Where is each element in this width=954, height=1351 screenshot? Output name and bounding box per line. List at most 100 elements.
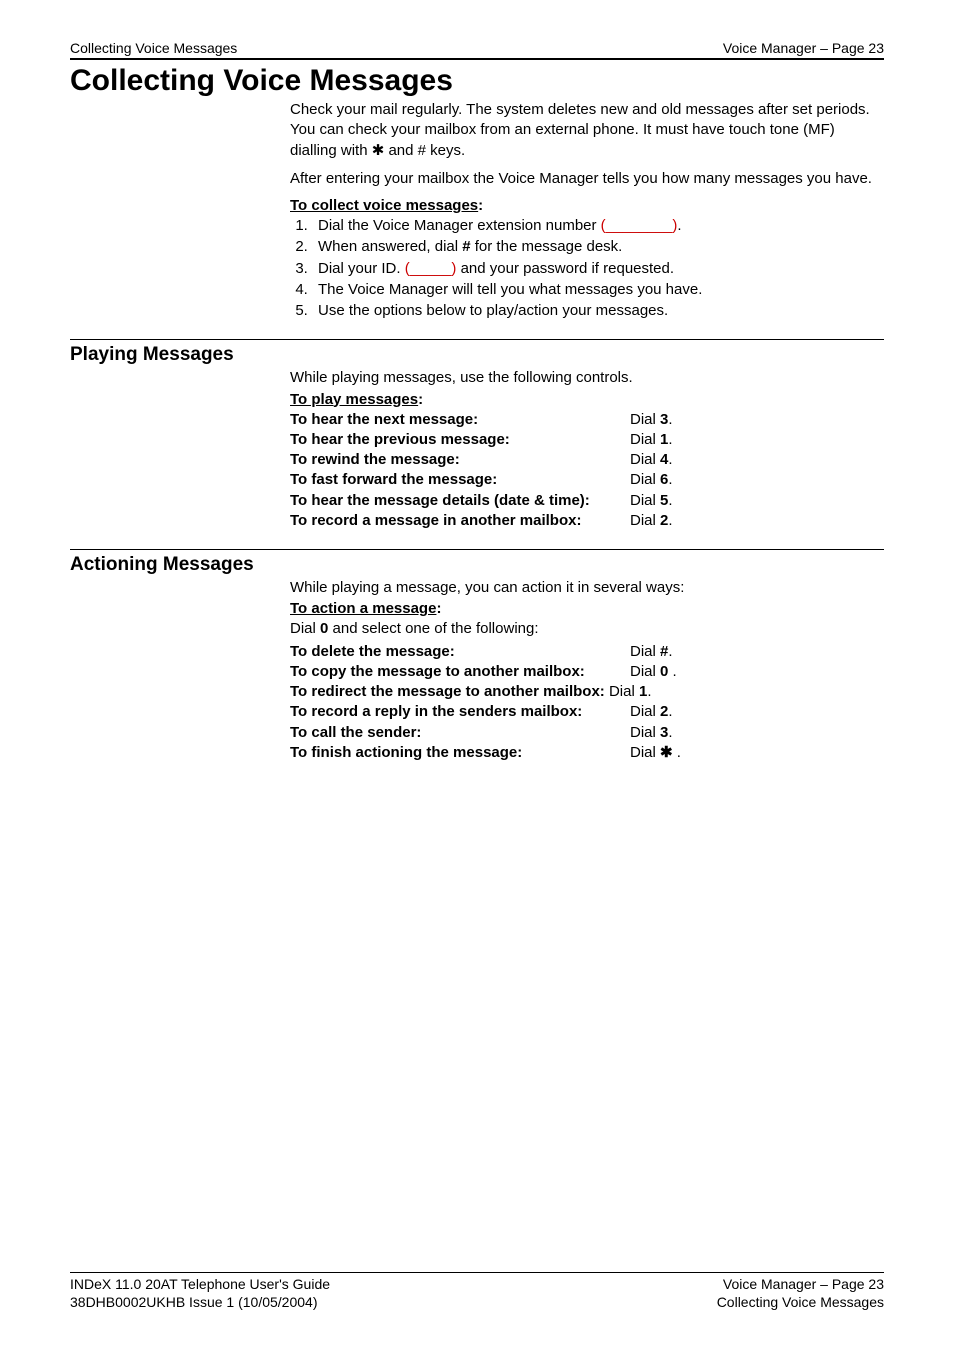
act-post-0: .: [668, 643, 672, 660]
act-row-4: To finish actioning the message: Dial ✱ …: [290, 743, 884, 763]
play-label-2: To rewind the message:: [290, 450, 630, 470]
act-pre-0: Dial: [630, 643, 660, 660]
playing-sub: To play messages: [290, 391, 418, 408]
collect-heading: To collect voice messages: [290, 197, 478, 214]
play-val-2: Dial 4.: [630, 450, 884, 470]
footer: INDeX 11.0 20AT Telephone User's Guide 3…: [70, 1272, 884, 1311]
actioning-colon: :: [436, 600, 441, 617]
play-row-2: To rewind the message: Dial 4.: [290, 450, 884, 470]
footer-right: Voice Manager – Page 23 Collecting Voice…: [717, 1275, 884, 1311]
step1-a: Dial the Voice Manager extension number: [318, 217, 601, 234]
collect-steps: Dial the Voice Manager extension number …: [290, 216, 884, 321]
play-row-1: To hear the previous message: Dial 1.: [290, 430, 884, 450]
step-3: Dial your ID. (_____) and your password …: [312, 259, 884, 279]
play-post-5: .: [668, 512, 672, 529]
step2-a: When answered, dial: [318, 238, 462, 255]
play-row-4: To hear the message details (date & time…: [290, 491, 884, 511]
play-label-3: To fast forward the message:: [290, 470, 630, 490]
footer-l1: INDeX 11.0 20AT Telephone User's Guide: [70, 1275, 330, 1293]
playing-sub-line: To play messages:: [290, 391, 884, 408]
act-label-1: To copy the message to another mailbox:: [290, 662, 630, 682]
act-val-3: Dial 3.: [630, 723, 884, 743]
step3-b: and your password if requested.: [456, 260, 674, 277]
play-pre-0: Dial: [630, 411, 660, 428]
redirect-post: .: [647, 683, 651, 700]
redirect-pre: Dial: [605, 683, 639, 700]
play-val-5: Dial 2.: [630, 511, 884, 531]
step1-blank: (________): [601, 217, 678, 234]
collect-heading-line: To collect voice messages:: [290, 197, 884, 214]
page-title: Collecting Voice Messages: [70, 64, 884, 98]
intro-block: Check your mail regularly. The system de…: [290, 100, 884, 321]
play-label-0: To hear the next message:: [290, 410, 630, 430]
act-val-0: Dial #.: [630, 642, 884, 662]
step-2: When answered, dial # for the message de…: [312, 237, 884, 257]
step-1: Dial the Voice Manager extension number …: [312, 216, 884, 236]
redirect-row: To redirect the message to another mailb…: [290, 682, 884, 702]
act-val-4: Dial ✱ .: [630, 743, 884, 763]
play-val-4: Dial 5.: [630, 491, 884, 511]
header-bar: Collecting Voice Messages Voice Manager …: [70, 40, 884, 60]
step-4: The Voice Manager will tell you what mes…: [312, 280, 884, 300]
act-row-2: To record a reply in the senders mailbox…: [290, 702, 884, 722]
play-val-3: Dial 6.: [630, 470, 884, 490]
playing-intro: While playing messages, use the followin…: [290, 368, 884, 388]
collect-colon: :: [478, 197, 483, 214]
act-label-0: To delete the message:: [290, 642, 630, 662]
act-val-2: Dial 2.: [630, 702, 884, 722]
playing-colon: :: [418, 391, 423, 408]
play-post-3: .: [668, 471, 672, 488]
intro-p2: After entering your mailbox the Voice Ma…: [290, 169, 884, 189]
footer-r2: Collecting Voice Messages: [717, 1293, 884, 1311]
play-post-0: .: [668, 411, 672, 428]
footer-l2: 38DHB0002UKHB Issue 1 (10/05/2004): [70, 1293, 330, 1311]
actioning-sub-line: To action a message:: [290, 600, 884, 617]
playing-heading: Playing Messages: [70, 344, 884, 366]
play-label-5: To record a message in another mailbox:: [290, 511, 630, 531]
header-left: Collecting Voice Messages: [70, 40, 237, 56]
play-val-1: Dial 1.: [630, 430, 884, 450]
act-row-0: To delete the message: Dial #.: [290, 642, 884, 662]
play-post-2: .: [668, 451, 672, 468]
play-row-0: To hear the next message: Dial 3.: [290, 410, 884, 430]
step-5: Use the options below to play/action you…: [312, 301, 884, 321]
rule-1: [70, 339, 884, 340]
act-label-4: To finish actioning the message:: [290, 743, 630, 763]
step1-b: .: [677, 217, 681, 234]
actioning-block: While playing a message, you can action …: [290, 578, 884, 763]
page: Collecting Voice Messages Voice Manager …: [0, 0, 954, 1351]
step3-blank: (_____): [405, 260, 457, 277]
act-post-1: .: [668, 663, 676, 680]
play-pre-1: Dial: [630, 431, 660, 448]
play-pre-5: Dial: [630, 512, 660, 529]
intro-p1: Check your mail regularly. The system de…: [290, 100, 884, 161]
header-right: Voice Manager – Page 23: [723, 40, 884, 56]
act2-pre-1: Dial: [630, 724, 660, 741]
act2-key-2: ✱: [660, 744, 673, 761]
act-label-3: To call the sender:: [290, 723, 630, 743]
step2-hash: #: [462, 238, 470, 255]
star-symbol: ✱: [372, 142, 385, 159]
act2-post-0: .: [668, 703, 672, 720]
redirect-label: To redirect the message to another mailb…: [290, 683, 605, 700]
act-pre-1: Dial: [630, 663, 660, 680]
act-row-3: To call the sender: Dial 3.: [290, 723, 884, 743]
actioning-sub: To action a message: [290, 600, 436, 617]
act-val-1: Dial 0 .: [630, 662, 884, 682]
actioning-heading: Actioning Messages: [70, 554, 884, 576]
footer-left: INDeX 11.0 20AT Telephone User's Guide 3…: [70, 1275, 330, 1311]
play-post-1: .: [668, 431, 672, 448]
dial0-b: and select one of the following:: [328, 620, 538, 637]
act2-post-2: .: [673, 744, 681, 761]
play-label-1: To hear the previous message:: [290, 430, 630, 450]
act-row-1: To copy the message to another mailbox: …: [290, 662, 884, 682]
act2-post-1: .: [668, 724, 672, 741]
step2-b: for the message desk.: [471, 238, 623, 255]
act2-pre-0: Dial: [630, 703, 660, 720]
play-post-4: .: [668, 492, 672, 509]
dial0-line: Dial 0 and select one of the following:: [290, 619, 884, 639]
dial0-a: Dial: [290, 620, 320, 637]
play-row-5: To record a message in another mailbox: …: [290, 511, 884, 531]
play-row-3: To fast forward the message: Dial 6.: [290, 470, 884, 490]
footer-r1: Voice Manager – Page 23: [717, 1275, 884, 1293]
